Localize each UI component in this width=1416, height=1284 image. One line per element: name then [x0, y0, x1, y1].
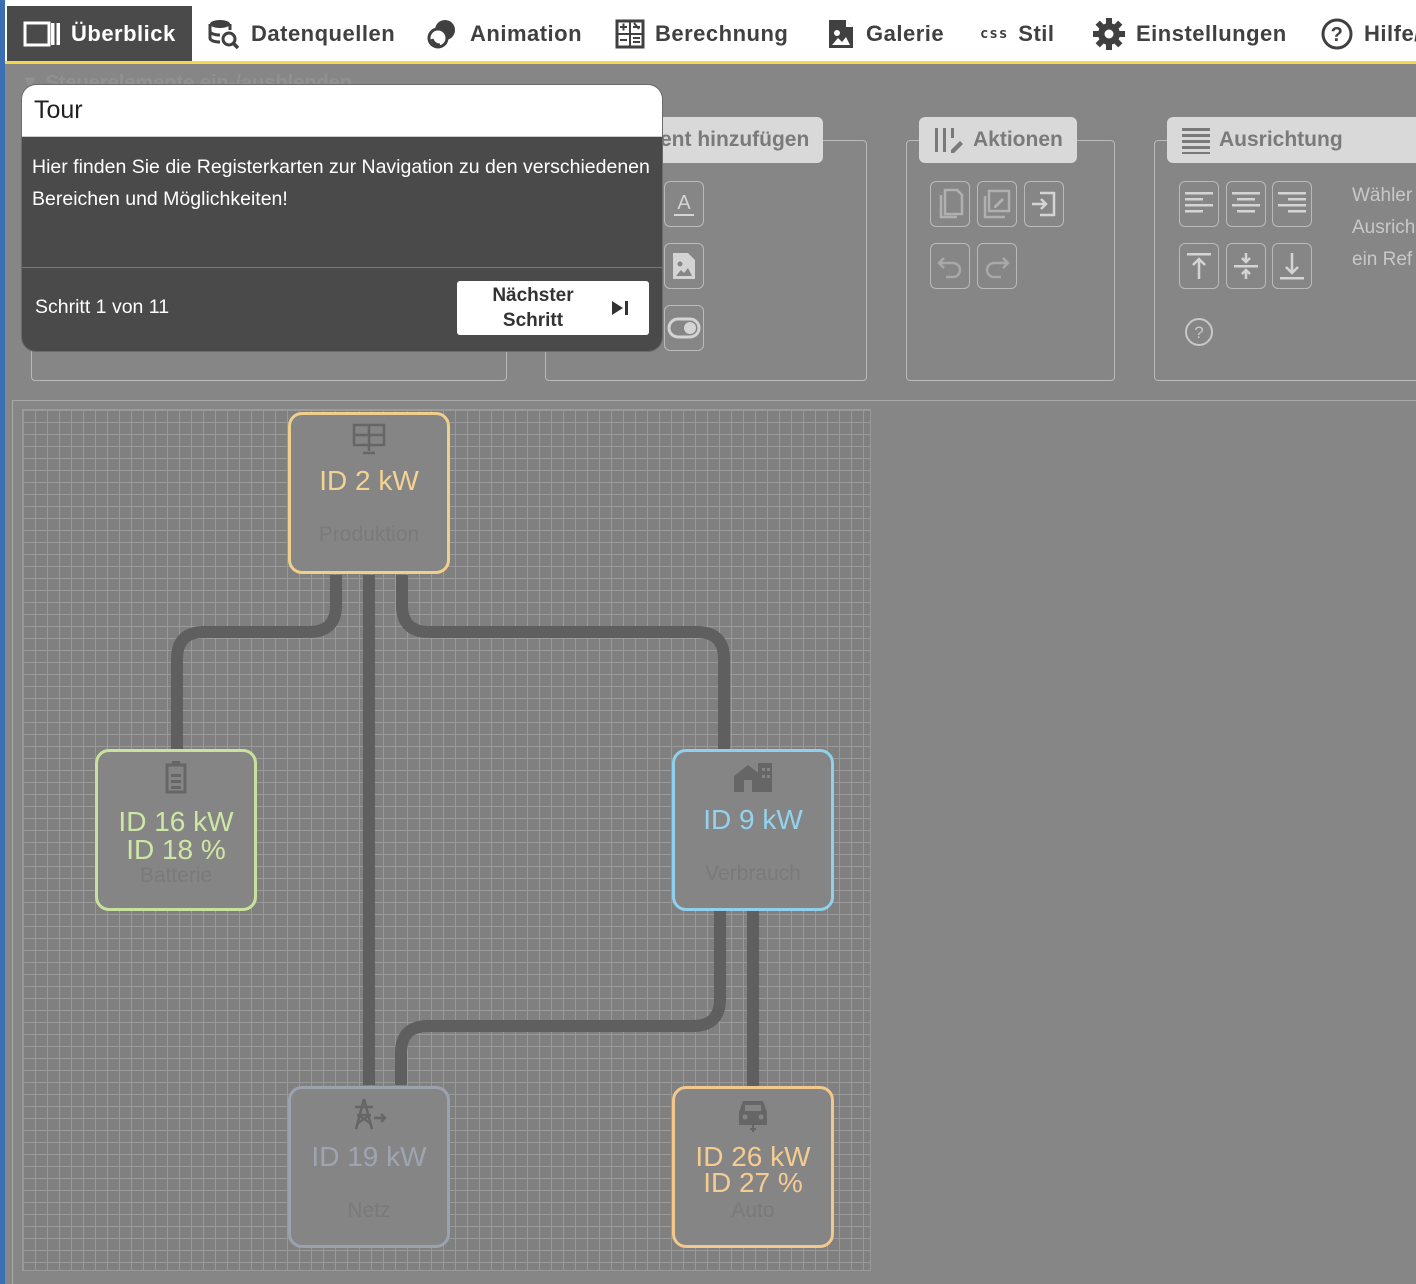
- car-icon: [675, 1097, 831, 1133]
- flow-line-consumption-grid: [395, 911, 726, 1085]
- node-label: Auto: [731, 1199, 775, 1222]
- next-step-button[interactable]: Nächster Schritt: [457, 281, 649, 335]
- app: Überblick Datenquellen Animation Berechn…: [0, 0, 1416, 1284]
- node-car[interactable]: ID 26 kW ID 27 % Auto: [672, 1086, 834, 1248]
- skip-next-icon: [612, 301, 628, 315]
- tour-popup: Tour Hier finden Sie die Registerkarten …: [22, 85, 662, 351]
- node-grid[interactable]: ID 19 kW Netz: [288, 1086, 450, 1248]
- node-value: ID 19 kW: [311, 1141, 427, 1172]
- node-label: Verbrauch: [705, 862, 801, 885]
- node-value: ID 9 kW: [703, 804, 803, 835]
- node-battery[interactable]: ID 16 kW ID 18 % Batterie: [95, 749, 257, 911]
- solar-panel-icon: [291, 423, 447, 457]
- tour-footer: Schritt 1 von 11 Nächster Schritt: [22, 268, 662, 351]
- node-value-secondary: ID 18 %: [126, 834, 226, 865]
- tour-step-indicator: Schritt 1 von 11: [35, 296, 170, 318]
- battery-icon: [98, 760, 254, 794]
- next-step-line1: Nächster: [492, 285, 574, 306]
- node-value: ID 16 kW: [118, 806, 234, 837]
- node-consumption[interactable]: ID 9 kW Verbrauch: [672, 749, 834, 911]
- flow-line-production-consumption: [396, 575, 730, 751]
- node-label: Netz: [347, 1199, 391, 1222]
- node-value-secondary: ID 27 %: [703, 1167, 803, 1198]
- node-value: ID 2 kW: [319, 465, 419, 496]
- next-step-line2: Schritt: [502, 310, 564, 331]
- flow-line-production-battery: [171, 575, 342, 751]
- tour-title: Tour: [22, 85, 662, 137]
- node-production[interactable]: ID 2 kW Produktion: [288, 412, 450, 574]
- power-grid-icon: [291, 1097, 447, 1131]
- next-step-label: Nächster Schritt: [457, 283, 609, 333]
- tour-body: Hier finden Sie die Registerkarten zur N…: [22, 137, 662, 268]
- node-label: Produktion: [318, 523, 420, 546]
- house-icon: [675, 760, 831, 794]
- node-label: Batterie: [139, 864, 213, 887]
